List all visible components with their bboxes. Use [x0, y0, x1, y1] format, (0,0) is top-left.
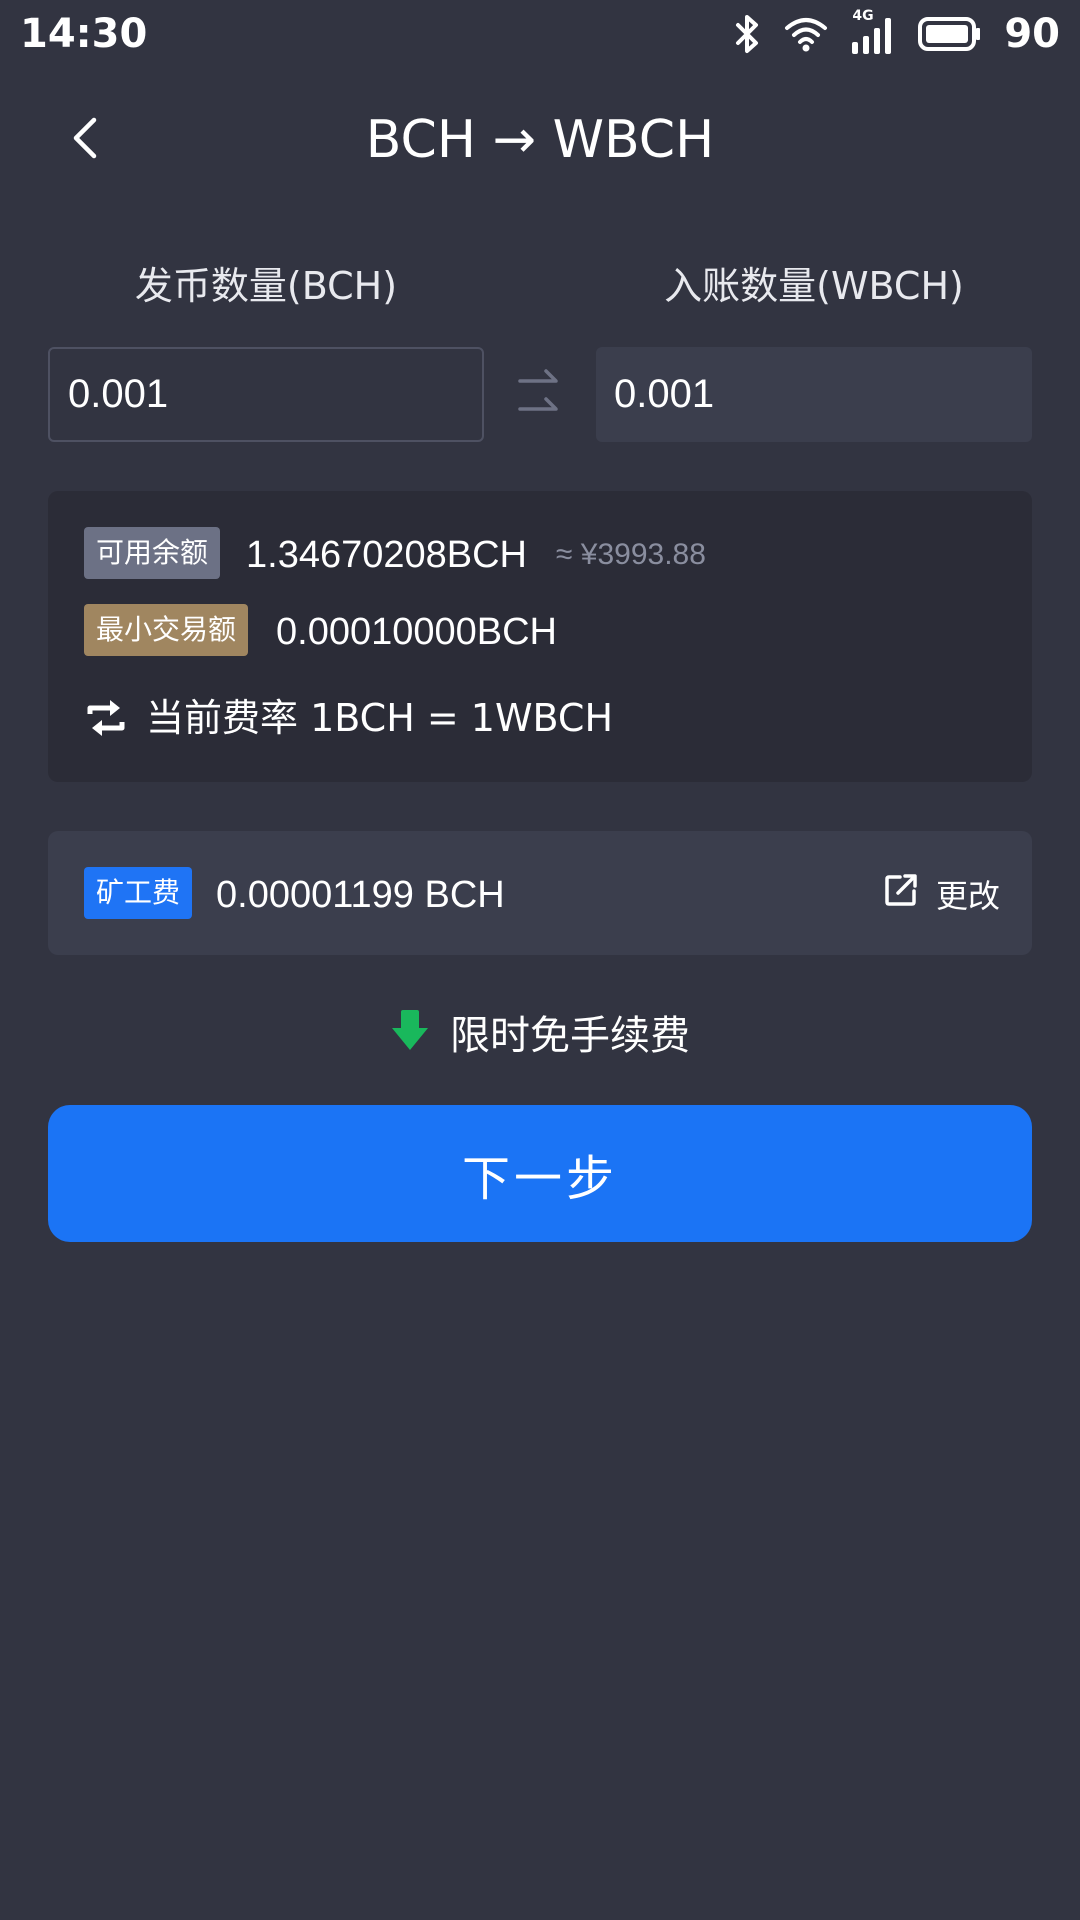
cellular-4g-icon: 4G — [850, 8, 896, 56]
available-balance-value: 1.34670208BCH — [246, 534, 527, 576]
edit-icon — [884, 873, 918, 915]
promo-text: 限时免手续费 — [450, 1013, 690, 1059]
status-icons: 4G 90 — [732, 8, 1060, 60]
receive-amount-label: 入账数量(WBCH) — [664, 264, 964, 308]
exchange-rate-icon — [86, 696, 126, 740]
wifi-icon — [784, 16, 828, 52]
change-fee-button[interactable]: 更改 — [884, 870, 1000, 918]
swap-arrows-icon — [514, 365, 564, 425]
change-fee-label: 更改 — [935, 877, 1000, 915]
battery-percent: 90 — [1004, 11, 1060, 57]
send-amount-label: 发币数量(BCH) — [134, 264, 398, 308]
battery-icon — [918, 16, 982, 52]
arrow-down-icon — [390, 1008, 430, 1056]
miner-fee-tag: 矿工费 — [84, 867, 193, 919]
balance-fiat-approx: ≈ ¥3993.88 — [556, 538, 706, 571]
min-trade-value: 0.00010000BCH — [276, 611, 557, 653]
bluetooth-icon — [732, 14, 762, 54]
network-type-label: 4G — [852, 8, 874, 24]
fee-free-promo: 限时免手续费 — [0, 1000, 1080, 1064]
available-balance-tag: 可用余额 — [84, 527, 221, 579]
exchange-rate-text: 当前费率 1BCH = 1WBCH — [146, 696, 614, 740]
status-time: 14:30 — [20, 11, 148, 57]
send-amount-input[interactable]: 0.001 — [48, 347, 484, 442]
min-trade-tag: 最小交易额 — [84, 604, 249, 656]
miner-fee-value: 0.00001199 BCH — [216, 874, 505, 916]
page-title: BCH → WBCH — [365, 110, 715, 170]
next-step-button[interactable]: 下一步 — [48, 1105, 1032, 1242]
receive-amount-field: 0.001 — [596, 347, 1032, 442]
